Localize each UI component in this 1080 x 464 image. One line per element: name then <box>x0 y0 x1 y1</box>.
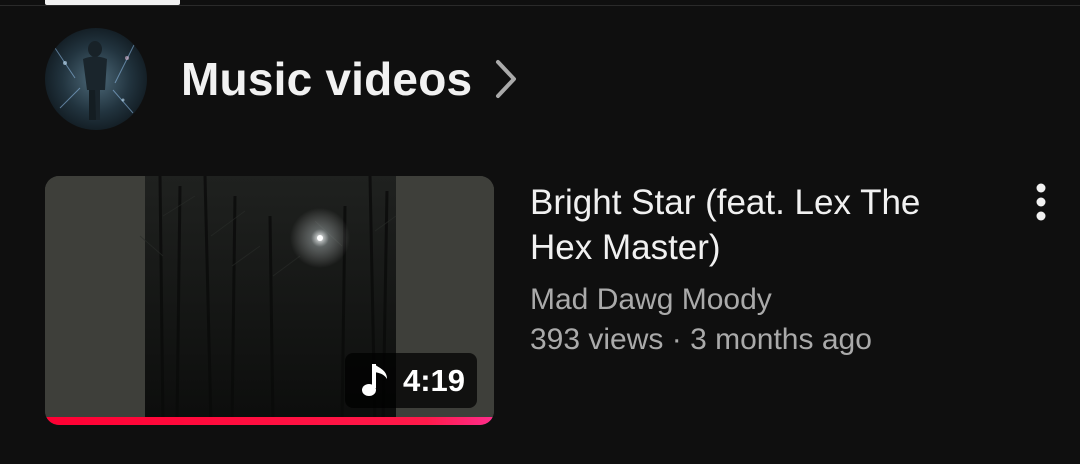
upload-age: 3 months ago <box>690 323 872 356</box>
chevron-right-icon[interactable] <box>490 58 522 100</box>
divider <box>0 5 1080 6</box>
music-videos-shelf: Music videos 4:19 Bright Star (feat. Lex… <box>0 0 1080 464</box>
video-stats: 393 views · 3 months ago <box>530 320 990 360</box>
separator: · <box>671 323 682 356</box>
more-vert-icon[interactable] <box>1016 176 1066 228</box>
tab-indicator <box>45 0 180 5</box>
video-details[interactable]: Bright Star (feat. Lex The Hex Master) M… <box>530 180 990 360</box>
view-count: 393 views <box>530 323 664 356</box>
duration-badge: 4:19 <box>344 353 477 408</box>
watch-progress-bar <box>45 417 494 425</box>
video-title[interactable]: Bright Star (feat. Lex The Hex Master) <box>530 180 990 270</box>
duration-text: 4:19 <box>402 362 465 398</box>
channel-avatar[interactable] <box>45 28 147 130</box>
music-note-icon <box>359 361 393 401</box>
shelf-title[interactable]: Music videos <box>181 52 472 106</box>
shelf-header[interactable]: Music videos <box>45 28 522 130</box>
channel-name[interactable]: Mad Dawg Moody <box>530 280 990 320</box>
video-thumbnail[interactable]: 4:19 <box>45 176 494 425</box>
